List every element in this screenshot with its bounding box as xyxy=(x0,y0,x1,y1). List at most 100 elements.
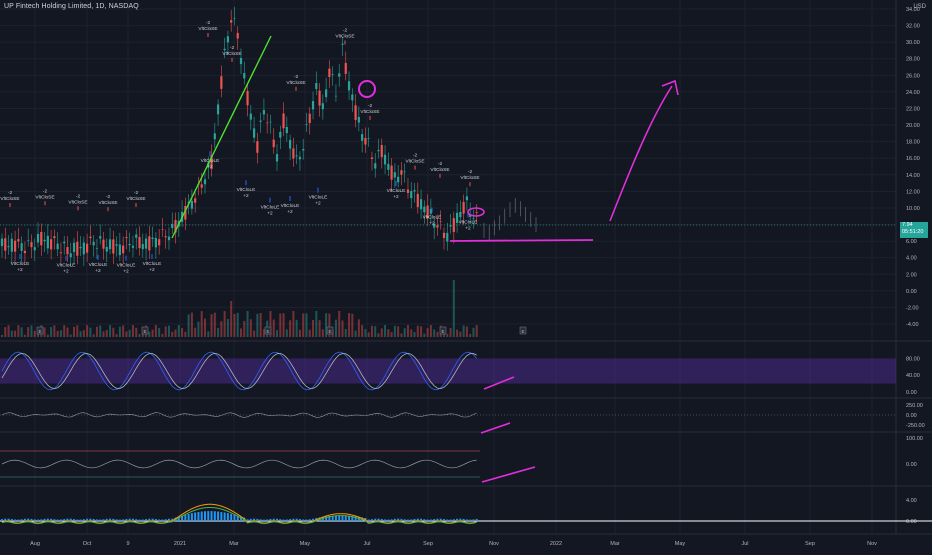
volume-bar xyxy=(187,314,190,337)
macd-histogram-bar xyxy=(249,518,252,521)
candle-body xyxy=(351,94,354,101)
short-signal-label: VltCloSE xyxy=(430,167,449,173)
volume-bar xyxy=(213,312,216,337)
macd-histogram-bar xyxy=(465,519,468,521)
macd-histogram-bar xyxy=(233,514,236,521)
candle-body xyxy=(66,247,69,255)
macd-histogram-bar xyxy=(279,519,282,521)
volume-bar xyxy=(89,327,92,337)
candle-body xyxy=(334,95,338,97)
support-line-annotation xyxy=(449,239,594,242)
candle-body xyxy=(95,248,99,249)
candle-body xyxy=(148,236,151,251)
candle-body xyxy=(344,62,347,74)
macd-histogram-bar xyxy=(10,519,13,521)
osc3-trend-annotation xyxy=(481,466,536,483)
volume-bar xyxy=(43,327,46,337)
volume-bar xyxy=(456,329,459,337)
macd-histogram-bar xyxy=(406,519,409,521)
candle-body xyxy=(259,120,262,122)
candle-body xyxy=(17,239,20,242)
candle-body xyxy=(220,76,223,89)
macd-histogram-bar xyxy=(145,519,148,521)
macd-histogram-bar xyxy=(210,511,213,521)
candle-body xyxy=(59,252,63,254)
candle-body xyxy=(4,238,7,251)
volume-bar xyxy=(390,332,393,337)
volume-bar xyxy=(125,331,128,337)
volume-bar xyxy=(318,320,321,337)
short-signal-count: -2 xyxy=(8,190,13,196)
candle-body xyxy=(233,18,236,19)
last-price-countdown: 05:51:20 xyxy=(902,229,924,235)
candle-body xyxy=(112,239,115,254)
candle-body xyxy=(23,250,27,254)
x-tick-label: Oct xyxy=(83,541,92,547)
candle-body xyxy=(302,149,305,151)
volume-bar xyxy=(465,326,468,337)
volume-bar xyxy=(95,326,98,337)
y-tick-label: 10.00 xyxy=(906,206,920,212)
volume-bar xyxy=(341,320,344,337)
long-signal-label: VltCloLE xyxy=(57,263,76,269)
long-signal-count: +2 xyxy=(315,201,321,207)
volume-bar xyxy=(33,330,36,337)
volume-bar xyxy=(200,311,203,337)
candle-body xyxy=(269,121,272,123)
macd-histogram-bar xyxy=(298,519,301,521)
volume-bar xyxy=(354,330,357,337)
y-tick-label: 16.00 xyxy=(906,156,920,162)
candle-body xyxy=(472,217,475,219)
last-price-value: 7.94 xyxy=(902,222,913,228)
macd-histogram-bar xyxy=(341,515,344,521)
macd-histogram-bar xyxy=(203,511,206,521)
candle-body xyxy=(56,243,59,250)
candle-body xyxy=(252,128,256,138)
macd-histogram-bar xyxy=(213,511,216,521)
candle-body xyxy=(89,236,92,239)
volume-bar xyxy=(298,329,301,337)
x-tick-label: Jul xyxy=(363,541,370,547)
candle-body xyxy=(462,201,465,214)
osc2-tick-label: -250.00 xyxy=(906,423,925,429)
candle-body xyxy=(36,233,40,243)
volume-bar xyxy=(79,331,82,337)
x-tick-label: May xyxy=(300,541,311,547)
candle-body xyxy=(459,211,462,218)
volume-bar xyxy=(76,325,79,337)
short-signal-label: VltCloSE xyxy=(405,159,424,165)
macd-histogram-bar xyxy=(413,518,416,521)
osc3-line xyxy=(1,459,477,469)
macd-histogram-bar xyxy=(207,511,210,521)
volume-bar xyxy=(23,334,26,337)
volume-bar xyxy=(282,313,285,337)
short-signal-label: VltCloSE xyxy=(126,196,145,202)
volume-bar xyxy=(276,330,279,337)
candle-body xyxy=(357,116,360,123)
macd-histogram-bar xyxy=(20,519,23,521)
candle-body xyxy=(154,237,157,248)
candle-body xyxy=(367,138,370,139)
candle-body xyxy=(321,103,324,110)
candle-body xyxy=(92,241,95,246)
short-signal-count: -2 xyxy=(413,153,418,159)
macd-histogram-bar xyxy=(400,518,403,521)
candle-body xyxy=(118,244,121,256)
y-tick-label: 4.00 xyxy=(906,256,917,262)
macd-histogram-bar xyxy=(223,512,226,521)
volume-bar xyxy=(403,328,406,337)
volume-bar xyxy=(262,328,265,337)
volume-bar xyxy=(122,325,125,337)
long-signal-label: VltCloLE xyxy=(387,188,406,194)
macd-histogram-bar xyxy=(200,511,203,521)
macd-histogram-bar xyxy=(230,513,233,521)
chart-canvas[interactable]: Aug Oct 9 2021 Mar May Jul Sep Nov 2022 Mar May Jul S… xyxy=(0,0,932,550)
volume-bar xyxy=(177,325,180,337)
volume-bar xyxy=(27,327,30,337)
macd-histogram-bar xyxy=(53,519,56,521)
macd-histogram-bar xyxy=(148,518,151,521)
macd-histogram-bar xyxy=(17,519,20,521)
macd-histogram-bar xyxy=(256,518,259,521)
macd-histogram-bar xyxy=(102,519,105,521)
volume-bar xyxy=(10,330,13,337)
